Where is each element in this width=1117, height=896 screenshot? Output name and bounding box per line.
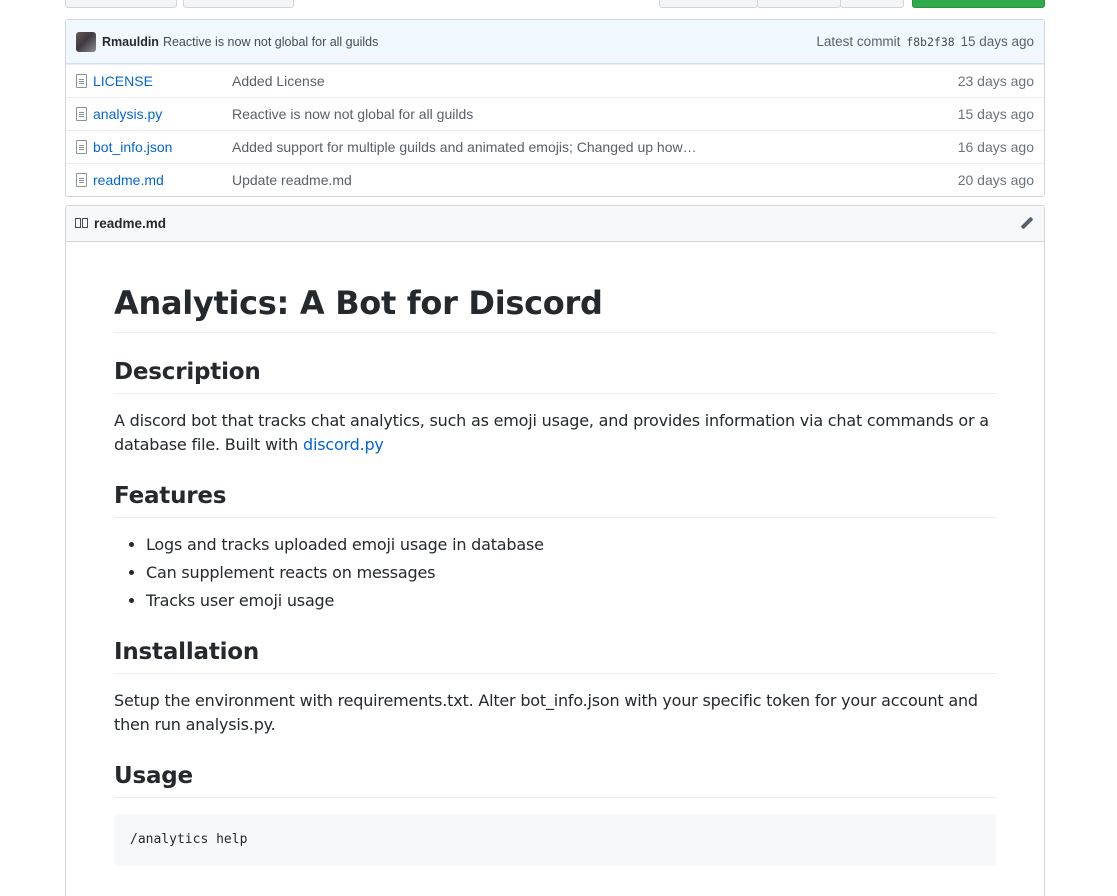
file-commit-message[interactable]: Added License (232, 73, 958, 89)
file-name[interactable]: readme.md (93, 172, 232, 188)
latest-commit-bar: Rmauldin Reactive is now not global for … (66, 20, 1044, 64)
features-list: Logs and tracks uploaded emoji usage in … (114, 533, 996, 613)
latest-commit-label: Latest commit (816, 34, 901, 49)
book-icon (75, 218, 89, 229)
list-item: Can supplement reacts on messages (146, 561, 996, 585)
latest-commit-info: Latest commit f8b2f38 15 days ago (816, 34, 1034, 49)
file-age: 23 days ago (957, 73, 1034, 89)
file-name[interactable]: LICENSE (93, 73, 232, 89)
usage-code-block: /analytics help (114, 814, 996, 866)
installation-heading: Installation (114, 637, 996, 674)
file-row: bot_info.json Added support for multiple… (66, 130, 1044, 163)
file-icon (76, 140, 87, 154)
clone-download-button[interactable] (912, 0, 1045, 8)
description-paragraph: A discord bot that tracks chat analytics… (114, 409, 996, 457)
readme-header: readme.md (66, 206, 1044, 242)
commit-author[interactable]: Rmauldin (102, 35, 159, 49)
readme-filename: readme.md (94, 216, 167, 231)
history-button[interactable] (840, 0, 904, 8)
readme-panel: readme.md Analytics: A Bot for Discord D… (65, 205, 1045, 896)
file-name[interactable]: analysis.py (93, 106, 232, 122)
upload-files-button[interactable] (659, 0, 758, 8)
file-name[interactable]: bot_info.json (93, 139, 232, 155)
installation-paragraph: Setup the environment with requirements.… (114, 691, 978, 734)
file-age: 15 days ago (957, 106, 1034, 122)
avatar[interactable] (76, 31, 96, 52)
discord-py-link[interactable]: discord.py (303, 435, 384, 454)
file-row: analysis.py Reactive is now not global f… (66, 97, 1044, 130)
file-commit-message[interactable]: Reactive is now not global for all guild… (232, 106, 958, 122)
file-commit-message[interactable]: Added support for multiple guilds and an… (232, 139, 958, 155)
file-icon (76, 74, 87, 88)
features-heading: Features (114, 481, 996, 518)
description-text: A discord bot that tracks chat analytics… (114, 411, 989, 454)
file-table: Rmauldin Reactive is now not global for … (65, 19, 1045, 197)
readme-content: Analytics: A Bot for Discord Description… (66, 284, 1044, 866)
file-row: readme.md Update readme.md 20 days ago (66, 163, 1044, 196)
pencil-icon[interactable] (1019, 216, 1035, 232)
commit-message[interactable]: Reactive is now not global for all guild… (163, 35, 378, 49)
file-age: 16 days ago (957, 139, 1034, 155)
create-file-button[interactable] (183, 0, 294, 8)
page: Rmauldin Reactive is now not global for … (0, 0, 1117, 896)
commit-sha[interactable]: f8b2f38 (906, 35, 954, 49)
new-pull-request-button[interactable] (65, 0, 177, 8)
find-file-button[interactable] (757, 0, 841, 8)
commit-age: 15 days ago (960, 34, 1034, 49)
list-item: Tracks user emoji usage (146, 589, 996, 613)
file-icon (76, 173, 87, 187)
description-heading: Description (114, 357, 996, 394)
file-age: 20 days ago (957, 172, 1034, 188)
readme-title: Analytics: A Bot for Discord (114, 284, 996, 333)
list-item: Logs and tracks uploaded emoji usage in … (146, 533, 996, 557)
file-icon (76, 107, 87, 121)
file-commit-message[interactable]: Update readme.md (232, 172, 958, 188)
file-row: LICENSE Added License 23 days ago (66, 64, 1044, 97)
usage-heading: Usage (114, 761, 996, 798)
